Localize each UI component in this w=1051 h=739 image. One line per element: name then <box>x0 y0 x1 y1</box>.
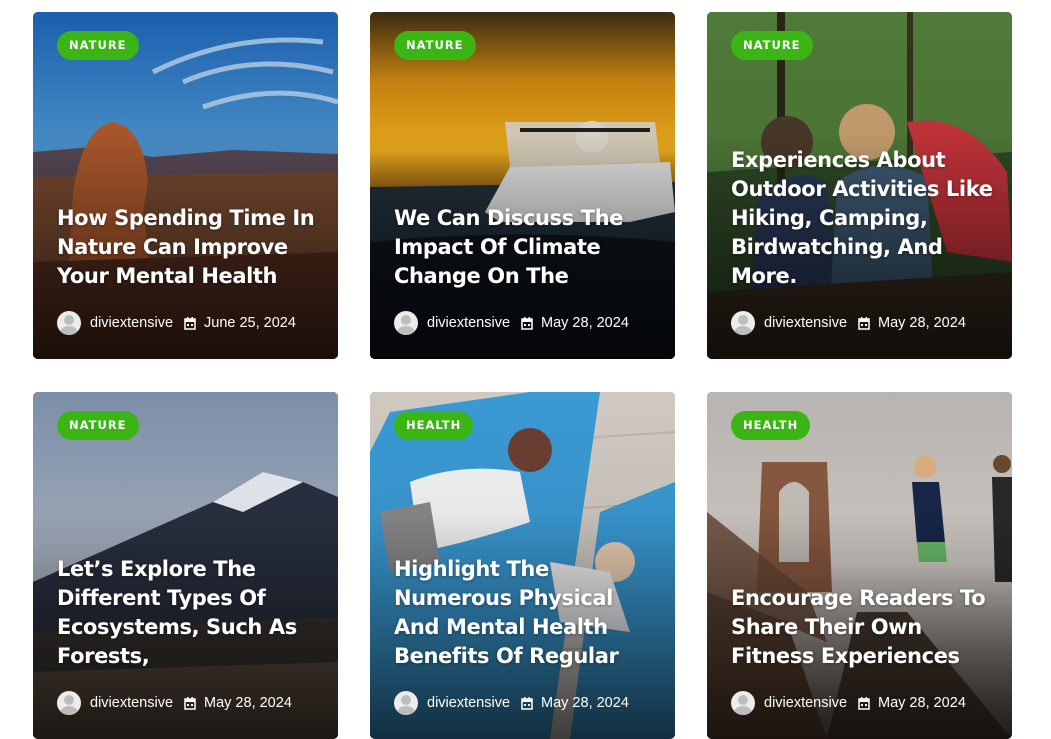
calendar-icon <box>184 316 196 330</box>
post-card[interactable]: NATURE Let’s Explore The Different Types… <box>33 392 338 739</box>
post-title[interactable]: Encourage Readers To Share Their Own Fit… <box>731 584 996 671</box>
post-meta: diviextensive May 28, 2024 <box>731 691 966 715</box>
calendar-icon <box>184 696 196 710</box>
post-author[interactable]: diviextensive <box>90 315 173 331</box>
user-avatar-icon <box>57 311 81 335</box>
category-badge[interactable]: NATURE <box>394 31 476 60</box>
calendar-icon <box>521 696 533 710</box>
post-card[interactable]: HEALTH Highlight The Numerous Physical A… <box>370 392 675 739</box>
post-grid: NATURE How Spending Time In Nature Can I… <box>33 12 1012 739</box>
post-title[interactable]: Let’s Explore The Different Types Of Eco… <box>57 555 322 671</box>
post-date: May 28, 2024 <box>541 315 629 331</box>
post-author[interactable]: diviextensive <box>427 315 510 331</box>
post-author[interactable]: diviextensive <box>90 695 173 711</box>
post-date: May 28, 2024 <box>878 315 966 331</box>
post-date: June 25, 2024 <box>204 315 296 331</box>
category-badge[interactable]: NATURE <box>57 31 139 60</box>
post-meta: diviextensive May 28, 2024 <box>394 691 629 715</box>
post-title[interactable]: We Can Discuss The Impact Of Climate Cha… <box>394 204 659 291</box>
post-author[interactable]: diviextensive <box>764 315 847 331</box>
post-date: May 28, 2024 <box>878 695 966 711</box>
user-avatar-icon <box>57 691 81 715</box>
post-author[interactable]: diviextensive <box>764 695 847 711</box>
calendar-icon <box>858 696 870 710</box>
category-badge[interactable]: NATURE <box>57 411 139 440</box>
post-meta: diviextensive May 28, 2024 <box>394 311 629 335</box>
post-card[interactable]: NATURE We Can Discuss The Impact Of Clim… <box>370 12 675 359</box>
post-meta: diviextensive May 28, 2024 <box>57 691 292 715</box>
category-badge[interactable]: NATURE <box>731 31 813 60</box>
category-badge[interactable]: HEALTH <box>394 411 474 440</box>
post-author[interactable]: diviextensive <box>427 695 510 711</box>
post-date: May 28, 2024 <box>204 695 292 711</box>
calendar-icon <box>521 316 533 330</box>
post-title[interactable]: Experiences About Outdoor Activities Lik… <box>731 146 996 291</box>
post-title[interactable]: Highlight The Numerous Physical And Ment… <box>394 555 659 671</box>
user-avatar-icon <box>394 691 418 715</box>
user-avatar-icon <box>394 311 418 335</box>
category-badge[interactable]: HEALTH <box>731 411 811 440</box>
calendar-icon <box>858 316 870 330</box>
post-date: May 28, 2024 <box>541 695 629 711</box>
post-meta: diviextensive May 28, 2024 <box>731 311 966 335</box>
post-card[interactable]: NATURE How Spending Time In Nature Can I… <box>33 12 338 359</box>
post-meta: diviextensive June 25, 2024 <box>57 311 296 335</box>
post-card[interactable]: HEALTH Encourage Readers To Share Their … <box>707 392 1012 739</box>
user-avatar-icon <box>731 691 755 715</box>
user-avatar-icon <box>731 311 755 335</box>
post-title[interactable]: How Spending Time In Nature Can Improve … <box>57 204 322 291</box>
post-card[interactable]: NATURE Experiences About Outdoor Activit… <box>707 12 1012 359</box>
